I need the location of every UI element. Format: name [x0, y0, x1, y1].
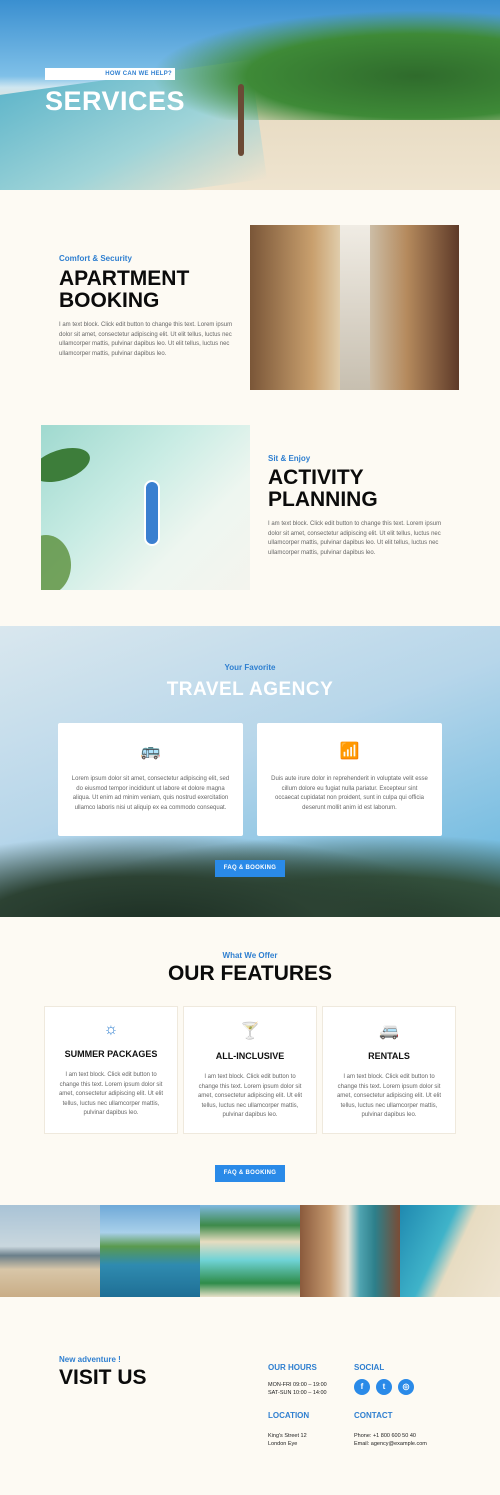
palm-leaf [41, 441, 95, 489]
hero-person [238, 84, 244, 156]
feature-card: 🚐 RENTALS I am text block. Click edit bu… [322, 1006, 456, 1134]
features-kicker: What We Offer [222, 951, 278, 960]
footer-title: VISIT US [59, 1366, 147, 1389]
location-heading: LOCATION [268, 1411, 310, 1420]
palm-leaf [41, 535, 71, 590]
page-title: SERVICES [45, 86, 186, 116]
hours-heading: OUR HOURS [268, 1363, 317, 1372]
feature-title: SUMMER PACKAGES [64, 1049, 158, 1059]
location-street: King's Street 12 [268, 1433, 307, 1439]
gallery-image [200, 1205, 300, 1297]
faq-booking-button[interactable]: FAQ & BOOKING [215, 1165, 285, 1182]
activity-title: ACTIVITY PLANNING [268, 467, 378, 511]
location-area: London Eye [268, 1441, 298, 1447]
feature-text: I am text block. Click edit button to ch… [58, 1072, 164, 1116]
apartment-title-line2: BOOKING [59, 289, 160, 312]
agency-card-text: Lorem ipsum dolor sit amet, consectetur … [71, 776, 230, 811]
contact-phone: Phone: +1 800 600 50 40 [354, 1433, 416, 1439]
apartment-kicker: Comfort & Security [59, 254, 132, 263]
feature-card: ☼ SUMMER PACKAGES I am text block. Click… [44, 1006, 178, 1134]
feature-title: RENTALS [368, 1051, 410, 1061]
contact-heading: CONTACT [354, 1411, 393, 1420]
agency-kicker: Your Favorite [224, 663, 276, 672]
apartment-title-line1: APARTMENT [59, 267, 190, 290]
agency-card: 📶 Duis aute irure dolor in reprehenderit… [257, 723, 442, 836]
social-heading: SOCIAL [354, 1363, 385, 1372]
gallery-image [400, 1205, 500, 1297]
feature-title: ALL-INCLUSIVE [215, 1051, 285, 1061]
gallery-image [300, 1205, 400, 1297]
hours-weekday: MON-FRI 09:00 – 19:00 [268, 1382, 327, 1388]
feature-text: I am text block. Click edit button to ch… [336, 1074, 442, 1118]
gallery-image [100, 1205, 200, 1297]
sun-icon: ☼ [103, 1021, 119, 1038]
paddleboard [144, 480, 160, 546]
footer-kicker: New adventure ! [59, 1355, 121, 1364]
street-image [250, 225, 459, 390]
hours-text: MON-FRI 09:00 – 19:00 SAT-SUN 10:00 – 14… [268, 1381, 327, 1397]
faq-booking-button[interactable]: FAQ & BOOKING [215, 860, 285, 877]
activity-title-line1: ACTIVITY [268, 466, 364, 489]
features-title: OUR FEATURES [167, 962, 333, 985]
contact-text: Phone: +1 800 600 50 40 Email: agency@ex… [354, 1432, 427, 1448]
agency-title: TRAVEL AGENCY [166, 679, 334, 700]
hero-kicker: HOW CAN WE HELP? [45, 68, 175, 80]
activity-body: I am text block. Click edit button to ch… [268, 521, 442, 556]
agency-card-text: Duis aute irure dolor in reprehenderit i… [271, 776, 428, 811]
feature-text: I am text block. Click edit button to ch… [197, 1074, 303, 1118]
camper-icon: 🚐 [379, 1023, 399, 1040]
paddleboard-image [41, 425, 250, 590]
hero-hill [150, 10, 500, 120]
activity-title-line2: PLANNING [268, 488, 378, 511]
apartment-title: APARTMENT BOOKING [59, 268, 189, 312]
instagram-icon[interactable]: ◎ [398, 1379, 414, 1395]
agency-card: 🚌 Lorem ipsum dolor sit amet, consectetu… [58, 723, 243, 836]
apartment-body: I am text block. Click edit button to ch… [59, 322, 233, 357]
twitter-icon[interactable]: t [376, 1379, 392, 1395]
feature-card: 🍸 ALL-INCLUSIVE I am text block. Click e… [183, 1006, 317, 1134]
bus-icon: 🚌 [140, 743, 161, 760]
activity-kicker: Sit & Enjoy [268, 454, 311, 463]
cocktail-icon: 🍸 [240, 1023, 260, 1040]
wifi-icon: 📶 [339, 743, 360, 760]
facebook-icon[interactable]: f [354, 1379, 370, 1395]
contact-email[interactable]: Email: agency@example.com [354, 1440, 427, 1448]
gallery-image [0, 1205, 100, 1297]
location-text: King's Street 12 London Eye [268, 1432, 307, 1448]
hours-weekend: SAT-SUN 10:00 – 14:00 [268, 1390, 327, 1396]
